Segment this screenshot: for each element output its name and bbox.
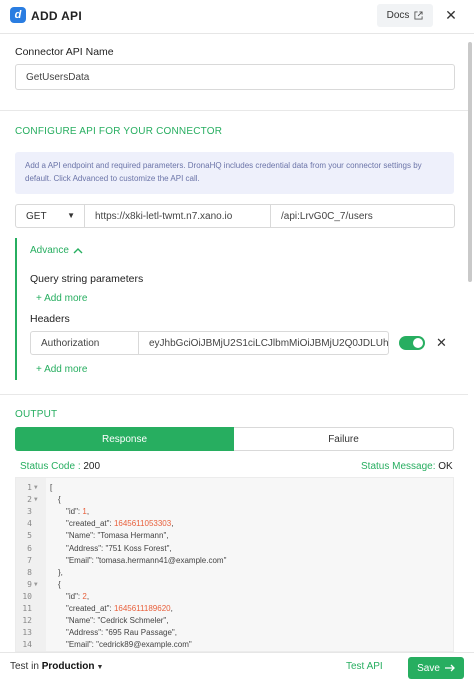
line-number: 7 bbox=[27, 555, 32, 565]
configure-heading: CONFIGURE API FOR YOUR CONNECTOR bbox=[15, 126, 223, 137]
code-line: 4 "created_at": 1645611053303, bbox=[16, 518, 453, 530]
code-line: 6 "Address": "751 Koss Forest", bbox=[16, 543, 453, 555]
status-message-label: Status Message: bbox=[361, 461, 436, 472]
advance-indicator bbox=[15, 238, 17, 380]
dialog-header: d ADD API Docs ✕ bbox=[0, 0, 474, 34]
line-number: 2 bbox=[27, 495, 32, 505]
chevron-up-icon bbox=[73, 248, 83, 254]
base-url-field[interactable]: https://x8ki-letl-twmt.n7.xano.io bbox=[85, 204, 271, 228]
caret-down-icon: ▼ bbox=[96, 664, 104, 671]
connector-name-label: Connector API Name bbox=[15, 46, 114, 58]
line-number: 1 bbox=[27, 483, 32, 492]
status-code-value: 200 bbox=[83, 461, 101, 472]
fold-arrow-icon[interactable]: ▼ bbox=[34, 482, 38, 494]
method-value: GET bbox=[26, 210, 47, 222]
docs-label: Docs bbox=[386, 10, 410, 21]
section-divider bbox=[0, 394, 468, 395]
line-number: 5 bbox=[27, 531, 32, 541]
advance-toggle[interactable]: Advance bbox=[30, 245, 83, 256]
code-text: "created_at": 1645611053303, bbox=[66, 519, 174, 529]
output-tabs: Response Failure bbox=[15, 427, 454, 451]
header-enabled-toggle[interactable] bbox=[399, 336, 425, 350]
code-text: { bbox=[58, 579, 61, 589]
status-message: Status Message: OK bbox=[361, 461, 453, 472]
arrow-right-icon bbox=[444, 664, 455, 672]
code-text: { bbox=[58, 495, 61, 505]
code-line: 9 ▼ { bbox=[16, 579, 453, 591]
external-link-icon bbox=[414, 11, 423, 20]
status-code: Status Code : 200 bbox=[20, 461, 100, 472]
add-header-button[interactable]: + Add more bbox=[36, 364, 87, 375]
code-text: "id": 2, bbox=[66, 591, 90, 601]
code-text: }, bbox=[58, 567, 63, 577]
line-number: 14 bbox=[22, 640, 32, 650]
info-box: Add a API endpoint and required paramete… bbox=[15, 152, 454, 194]
code-line: 10 "id": 2, bbox=[16, 591, 453, 603]
close-icon[interactable]: ✕ bbox=[444, 7, 458, 23]
line-number: 10 bbox=[22, 591, 32, 601]
code-text: [ bbox=[50, 483, 53, 492]
dialog-title: ADD API bbox=[31, 9, 82, 23]
code-line: 7 "Email": "tomasa.hermann41@example.com" bbox=[16, 555, 453, 567]
line-number: 13 bbox=[22, 628, 32, 638]
section-divider bbox=[0, 110, 468, 111]
query-params-label: Query string parameters bbox=[30, 273, 144, 285]
test-api-button[interactable]: Test API bbox=[346, 661, 383, 672]
advance-label: Advance bbox=[30, 245, 69, 256]
chevron-down-icon: ▼ bbox=[67, 211, 75, 220]
environment-value: Production bbox=[41, 661, 95, 672]
line-number: 6 bbox=[27, 543, 32, 553]
connector-name-input[interactable]: GetUsersData bbox=[15, 64, 455, 90]
code-text: "created_at": 1645611189620, bbox=[66, 604, 173, 613]
code-line: 8}, bbox=[16, 567, 453, 579]
code-text: "Name": "Cedrick Schmeler", bbox=[66, 616, 169, 626]
method-select[interactable]: GET ▼ bbox=[15, 204, 85, 228]
environment-select[interactable]: Test in Production ▼ bbox=[10, 661, 103, 672]
header-key-input[interactable]: Authorization bbox=[30, 331, 139, 355]
code-line: 12 "Name": "Cedrick Schmeler", bbox=[16, 615, 453, 627]
code-text: "Email": "tomasa.hermann41@example.com" bbox=[66, 555, 227, 565]
line-number: 9 bbox=[27, 579, 32, 589]
code-line: 14 "Email": "cedrick89@example.com" bbox=[16, 639, 453, 651]
headers-label: Headers bbox=[30, 313, 70, 325]
code-line: 1 ▼ [ bbox=[16, 482, 453, 494]
line-number: 4 bbox=[27, 519, 32, 529]
test-in-label: Test in bbox=[10, 661, 39, 672]
docs-button[interactable]: Docs bbox=[377, 4, 433, 27]
line-number: 3 bbox=[27, 507, 32, 517]
code-text: "Name": "Tomasa Hermann", bbox=[66, 531, 169, 541]
scrollbar-thumb[interactable] bbox=[468, 42, 472, 282]
code-text: "Email": "cedrick89@example.com" bbox=[66, 640, 192, 650]
status-code-label: Status Code : bbox=[20, 461, 81, 472]
response-code-viewer[interactable]: 1 ▼[2 ▼{3 "id": 1, 4 "created_at": 1645611053… bbox=[15, 477, 454, 652]
dronahq-logo-icon: d bbox=[10, 7, 26, 23]
code-text: "Address": "751 Koss Forest", bbox=[66, 543, 172, 553]
tab-failure[interactable]: Failure bbox=[234, 427, 454, 451]
code-line: 3 "id": 1, bbox=[16, 506, 453, 518]
fold-arrow-icon[interactable]: ▼ bbox=[34, 494, 38, 506]
code-text: "Address": "695 Rau Passage", bbox=[66, 628, 177, 638]
dialog-footer: Test in Production ▼ Test API Save bbox=[0, 652, 474, 682]
code-line: 2 ▼ { bbox=[16, 494, 453, 506]
line-number: 12 bbox=[22, 616, 32, 626]
header-value-input[interactable]: eyJhbGciOiJBMjU2S1ciLCJlbmMiOiJBMjU2Q0JD… bbox=[138, 331, 389, 355]
fold-arrow-icon[interactable]: ▼ bbox=[34, 579, 38, 591]
toggle-knob bbox=[413, 338, 423, 348]
line-number: 11 bbox=[22, 604, 32, 613]
tab-response[interactable]: Response bbox=[15, 427, 234, 451]
code-text: "id": 1, bbox=[66, 507, 90, 517]
save-label: Save bbox=[417, 662, 440, 674]
delete-header-icon[interactable]: ✕ bbox=[436, 336, 447, 350]
code-line: 5 "Name": "Tomasa Hermann", bbox=[16, 530, 453, 542]
scrollbar[interactable] bbox=[468, 36, 473, 648]
save-button[interactable]: Save bbox=[408, 657, 464, 679]
add-query-param-button[interactable]: + Add more bbox=[36, 293, 87, 304]
output-heading: OUTPUT bbox=[15, 409, 58, 420]
line-number: 8 bbox=[27, 567, 32, 577]
code-line: 11 "created_at": 1645611189620, bbox=[16, 603, 453, 615]
code-line: 13 "Address": "695 Rau Passage", bbox=[16, 627, 453, 639]
status-message-value: OK bbox=[438, 461, 453, 472]
path-input[interactable]: /api:LrvG0C_7/users bbox=[270, 204, 455, 228]
